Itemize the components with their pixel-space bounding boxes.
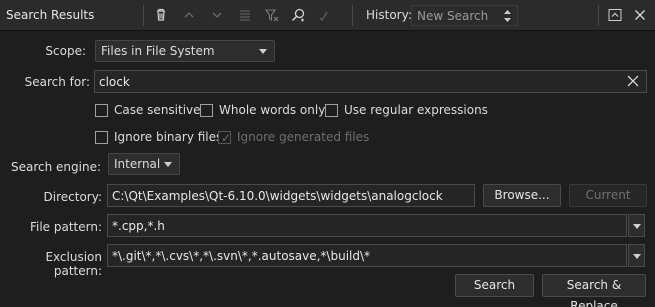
- search-engine-value: Internal: [114, 157, 161, 171]
- down-arrow-icon[interactable]: [208, 6, 226, 24]
- file-pattern-input[interactable]: *.cpp,*.h: [107, 214, 627, 237]
- directory-value: C:\Qt\Examples\Qt-6.10.0\widgets\widgets…: [112, 189, 443, 203]
- search-results-toolbar: Search Results History: New Search: [0, 0, 655, 31]
- chevron-down-icon: [259, 49, 267, 54]
- file-pattern-value: *.cpp,*.h: [112, 219, 165, 233]
- clear-icon[interactable]: [626, 74, 640, 91]
- whole-words-label: Whole words only: [219, 103, 326, 117]
- chevron-down-icon: [633, 224, 641, 229]
- directory-label: Directory:: [43, 190, 102, 204]
- file-pattern-label: File pattern:: [29, 220, 102, 234]
- scope-label: Scope:: [45, 44, 86, 58]
- file-pattern-dropdown[interactable]: [628, 214, 645, 237]
- checkbox-box[interactable]: [95, 103, 108, 117]
- close-icon[interactable]: [631, 6, 649, 24]
- checkmark-icon: ✓: [221, 130, 232, 145]
- history-combo[interactable]: New Search: [411, 5, 518, 26]
- regex-label: Use regular expressions: [344, 103, 488, 117]
- checkbox-box[interactable]: [95, 130, 108, 144]
- toolbar-separator: [143, 5, 144, 26]
- search-for-label: Search for:: [24, 75, 90, 89]
- ignore-binary-label: Ignore binary files: [114, 130, 223, 144]
- chevron-down-icon: [633, 254, 641, 259]
- scope-combo[interactable]: Files in File System: [95, 40, 275, 62]
- whole-words-checkbox[interactable]: Whole words only: [200, 103, 325, 117]
- case-sensitive-checkbox[interactable]: Case sensitive: [95, 103, 201, 117]
- toolbar-separator: [352, 5, 353, 26]
- scope-value: Files in File System: [101, 44, 215, 58]
- exclusion-pattern-value: *\.git\*,*\.cvs\*,*\.svn\*,*.autosave,*\…: [112, 249, 371, 263]
- search-input[interactable]: clock: [94, 70, 647, 93]
- up-arrow-icon[interactable]: [180, 6, 198, 24]
- exclusion-pattern-dropdown[interactable]: [628, 244, 645, 267]
- history-label: History:: [366, 8, 412, 22]
- search-button[interactable]: Search: [455, 274, 534, 297]
- regex-checkbox[interactable]: Use regular expressions: [325, 103, 488, 117]
- search-engine-label: Search engine:: [10, 160, 101, 174]
- browse-button[interactable]: Browse...: [483, 184, 561, 207]
- panel-title: Search Results: [6, 8, 95, 22]
- checkbox-box[interactable]: [200, 103, 213, 117]
- search-replace-button[interactable]: Search & Replace: [542, 274, 646, 307]
- history-value: New Search: [417, 9, 489, 23]
- search-input-value: clock: [99, 75, 130, 89]
- ignore-generated-label: Ignore generated files: [237, 130, 370, 144]
- toolbar-separator: [598, 5, 599, 26]
- ignore-generated-checkbox: ✓ Ignore generated files: [218, 130, 370, 145]
- ignore-binary-checkbox[interactable]: Ignore binary files: [95, 130, 222, 144]
- exclusion-pattern-label: Exclusion pattern:: [45, 250, 102, 278]
- list-icon[interactable]: [236, 6, 254, 24]
- checkbox-box: ✓: [218, 130, 232, 145]
- chevron-up-icon[interactable]: [606, 6, 624, 24]
- checkmark-icon[interactable]: [314, 6, 332, 24]
- filter-icon[interactable]: [263, 6, 281, 24]
- trash-icon[interactable]: [152, 6, 170, 24]
- checkbox-box[interactable]: [325, 103, 338, 117]
- case-sensitive-label: Case sensitive: [114, 103, 201, 117]
- current-button: Current: [569, 184, 647, 207]
- search-engine-combo[interactable]: Internal: [108, 153, 180, 175]
- chevron-down-icon: [164, 162, 172, 167]
- search-icon[interactable]: [289, 6, 307, 24]
- exclusion-pattern-input[interactable]: *\.git\*,*\.cvs\*,*\.svn\*,*.autosave,*\…: [107, 244, 627, 267]
- updown-icon: [503, 9, 512, 26]
- directory-input[interactable]: C:\Qt\Examples\Qt-6.10.0\widgets\widgets…: [107, 184, 475, 207]
